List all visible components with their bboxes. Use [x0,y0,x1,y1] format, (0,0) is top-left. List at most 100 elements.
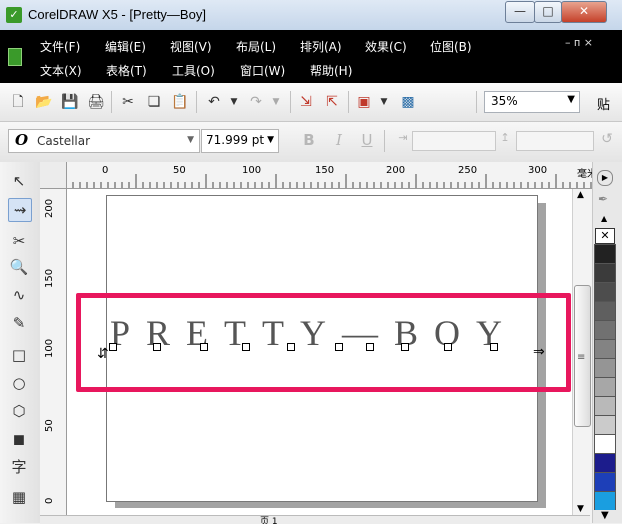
color-swatch[interactable] [594,472,616,491]
snap-to-label[interactable]: 贴 [597,94,610,113]
smart-fill-tool-icon[interactable]: ✎ [8,312,30,334]
color-swatch[interactable] [594,434,616,453]
palette-scroll-up-icon[interactable]: ▲ [601,214,607,223]
print-icon[interactable]: 🖨 [86,92,106,112]
toolbar-divider [196,91,197,113]
ruler-label: 0 [44,497,55,504]
color-swatch[interactable] [594,491,616,510]
font-list-select[interactable]: O Castellar ▼ [8,129,200,153]
text-tool-icon[interactable]: 字 [8,456,30,478]
polygon-tool-icon[interactable]: ⬡ [8,400,30,422]
menu-edit[interactable]: 编辑(E) [105,38,146,55]
vertical-shift-input[interactable] [516,131,594,151]
expand-docker-icon[interactable]: ▶ [597,170,613,186]
menu-bitmaps[interactable]: 位图(B) [430,38,472,55]
color-swatch[interactable] [594,396,616,415]
basic-shapes-tool-icon[interactable]: ◼ [8,428,30,450]
reset-icon[interactable]: ↺ [598,131,616,147]
save-icon[interactable]: 💾 [60,92,80,112]
chevron-down-icon[interactable]: ▼ [267,135,274,145]
menu-window[interactable]: 窗口(W) [240,62,285,79]
ruler-label: 100 [242,165,262,176]
color-swatch[interactable] [594,320,616,339]
menu-file[interactable]: 文件(F) [40,38,80,55]
scroll-up-icon[interactable]: ▲ [577,190,584,200]
color-swatch[interactable] [594,415,616,434]
color-swatch[interactable] [594,358,616,377]
menu-table[interactable]: 表格(T) [106,62,147,79]
color-swatch[interactable] [594,377,616,396]
grip-icon: ≡ [577,352,586,363]
color-swatch[interactable] [594,282,616,301]
font-size-select[interactable]: 71.999 pt ▼ [201,129,279,153]
color-swatch[interactable] [594,339,616,358]
redo-dropdown-icon[interactable]: ▼ [266,92,286,112]
underline-button[interactable]: U [358,131,376,149]
horizontal-shift-icon: ⇥ [398,131,408,144]
document-window-controls[interactable]: – ᴨ × [565,36,593,49]
maximize-button[interactable]: □ [534,1,562,23]
bold-button[interactable]: B [300,131,318,149]
ruler-origin-corner[interactable] [40,162,67,189]
rectangle-tool-icon[interactable]: □ [8,344,30,366]
no-color-swatch[interactable]: ✕ [595,228,615,244]
ellipse-tool-icon[interactable]: ○ [8,372,30,394]
zoom-level-value: 35% [491,94,518,108]
menu-help[interactable]: 帮助(H) [310,62,352,79]
export-icon[interactable]: ⇱ [322,92,342,112]
color-palette [594,244,616,523]
eyedropper-icon[interactable]: ✒ [598,192,608,206]
undo-icon[interactable]: ↶ [204,92,224,112]
coreldraw-app-icon[interactable]: ✓ [6,7,22,23]
ruler-label: 50 [173,165,186,176]
crop-tool-icon[interactable]: ✂ [8,230,30,252]
toolbar-divider [348,91,349,113]
highlight-box [76,293,571,392]
table-tool-icon[interactable]: ▦ [8,486,30,508]
chevron-down-icon[interactable]: ▼ [567,94,575,105]
horizontal-shift-input[interactable] [412,131,496,151]
menu-view[interactable]: 视图(V) [170,38,212,55]
paste-icon[interactable]: 📋 [170,92,190,112]
font-size-value: 71.999 pt [206,133,265,147]
toolbar-divider [290,91,291,113]
vertical-ruler[interactable]: 200 150 100 50 0 [40,188,67,523]
cut-icon[interactable]: ✂ [118,92,138,112]
palette-scroll-down-icon[interactable]: ▼ [601,510,609,521]
color-swatch[interactable] [594,244,616,263]
minimize-button[interactable]: — [505,1,535,23]
menu-tools[interactable]: 工具(O) [172,62,215,79]
opentype-font-icon: O [15,131,29,149]
ruler-label: 200 [386,165,406,176]
redo-icon[interactable]: ↷ [246,92,266,112]
scroll-down-icon[interactable]: ▼ [577,504,584,514]
ruler-label: 50 [44,419,55,432]
menu-arrange[interactable]: 排列(A) [300,38,342,55]
application-launcher-icon[interactable]: ▣ [354,92,374,112]
zoom-level-select[interactable]: 35% ▼ [484,91,580,113]
italic-button[interactable]: I [330,131,348,149]
menu-layout[interactable]: 布局(L) [236,38,276,55]
menu-effects[interactable]: 效果(C) [365,38,407,55]
color-swatch[interactable] [594,301,616,320]
color-swatch[interactable] [594,453,616,472]
launcher-dropdown-icon[interactable]: ▼ [374,92,394,112]
import-icon[interactable]: ⇲ [296,92,316,112]
copy-icon[interactable]: ❏ [144,92,164,112]
zoom-tool-icon[interactable]: 🔍 [8,256,30,278]
toolbar-divider [476,91,477,113]
chevron-down-icon[interactable]: ▼ [187,135,194,145]
window-title: CorelDRAW X5 - [Pretty—Boy] [28,7,206,22]
shape-tool-icon[interactable]: ⇝ [8,198,32,222]
menu-text[interactable]: 文本(X) [40,62,82,79]
open-folder-icon[interactable]: 📂 [34,92,54,112]
new-document-icon[interactable]: 🗋 [8,92,28,112]
welcome-screen-icon[interactable]: ▩ [398,92,418,112]
undo-dropdown-icon[interactable]: ▼ [224,92,244,112]
pick-tool-icon[interactable]: ↖ [8,170,30,192]
close-button[interactable]: ✕ [561,1,607,23]
document-icon[interactable] [8,48,22,66]
freehand-tool-icon[interactable]: ∿ [8,284,30,306]
color-swatch[interactable] [594,263,616,282]
horizontal-ruler[interactable]: 0 50 100 150 200 250 300 毫米 [40,162,598,189]
